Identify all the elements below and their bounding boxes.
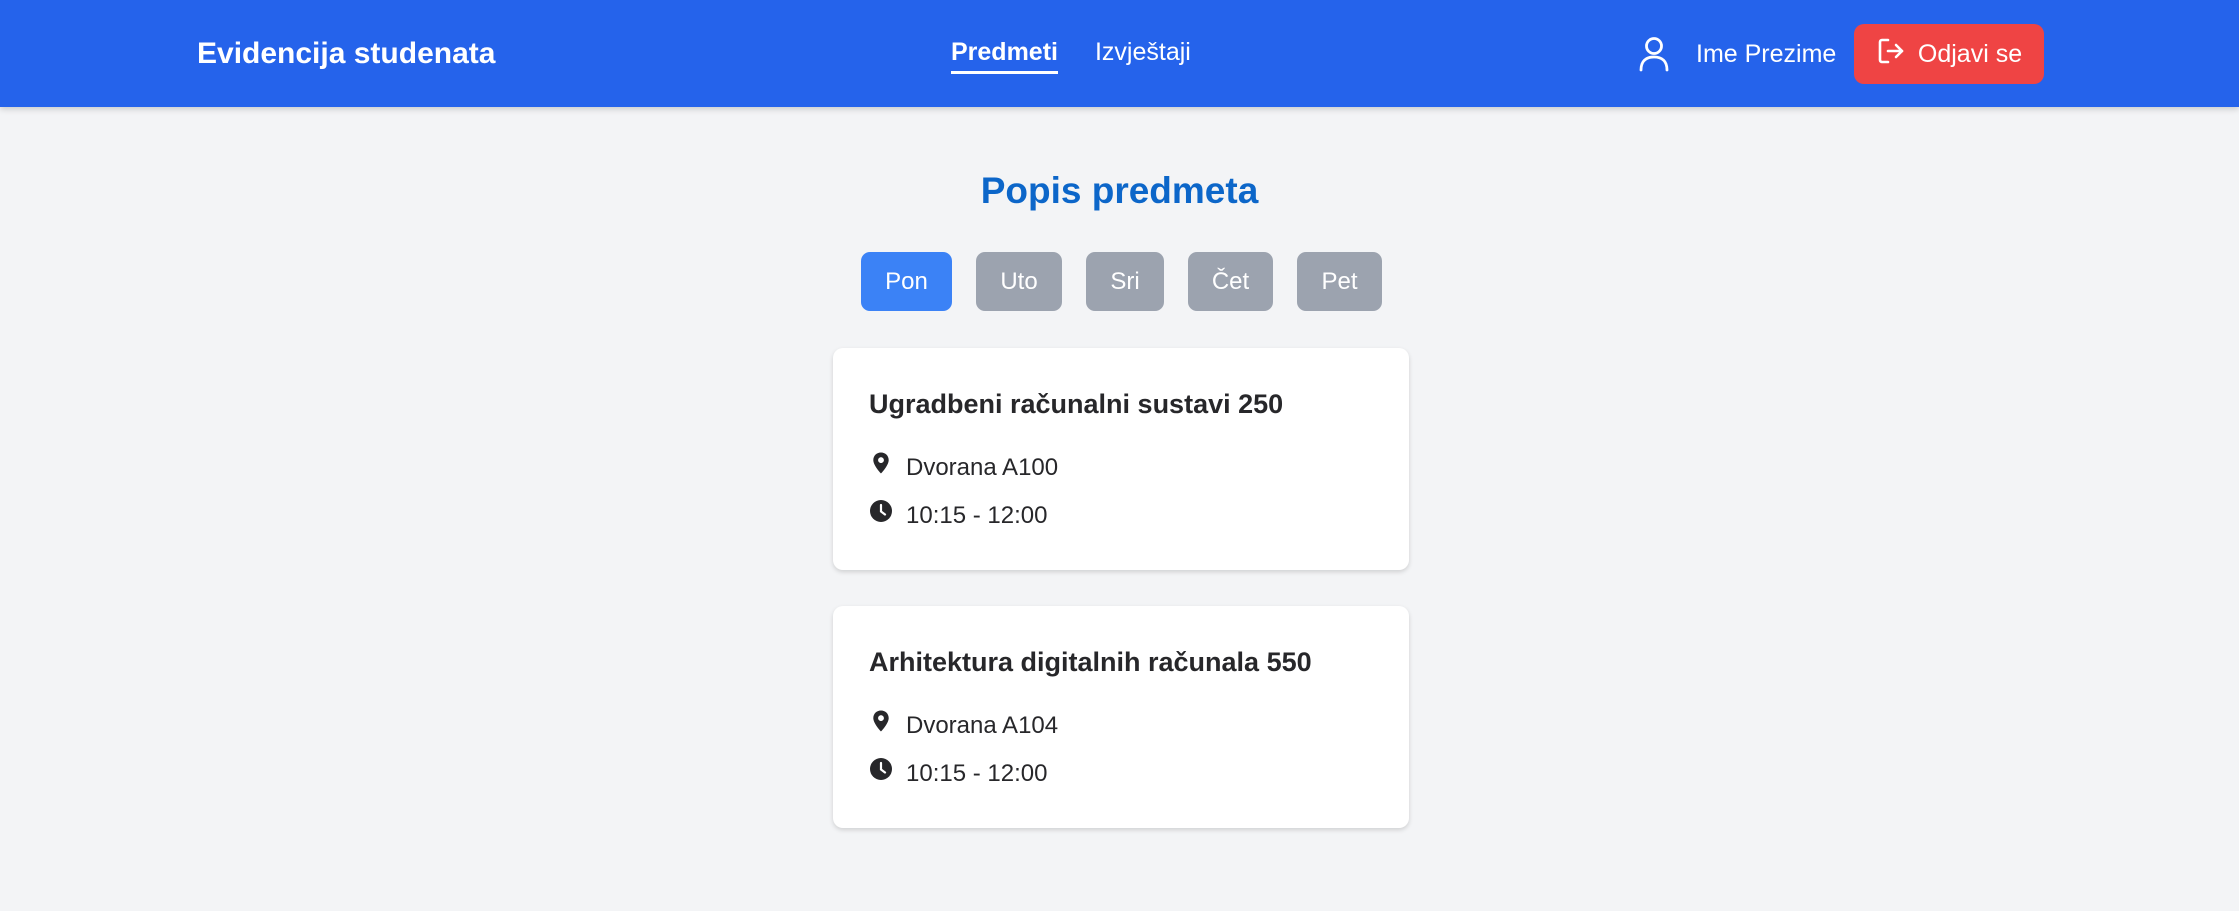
day-tabs: Pon Uto Sri Čet Pet (861, 252, 1382, 311)
location-pin-icon (869, 709, 893, 742)
top-navbar: Evidencija studenata Predmeti Izvještaji… (0, 0, 2239, 107)
page-title: Popis predmeta (980, 170, 1259, 211)
day-tab-pet[interactable]: Pet (1297, 252, 1382, 311)
subject-name: Ugradbeni računalni sustavi 250 (869, 389, 1284, 419)
main-nav: Predmeti Izvještaji (951, 34, 1191, 74)
day-tab-sri[interactable]: Sri (1086, 252, 1164, 311)
day-tab-cet[interactable]: Čet (1188, 252, 1273, 311)
subject-card[interactable]: Arhitektura digitalnih računala 550 Dvor… (833, 606, 1409, 828)
subject-room-row: Dvorana A100 (869, 451, 1058, 484)
subject-name: Arhitektura digitalnih računala 550 (869, 647, 1312, 677)
app-brand[interactable]: Evidencija studenata (197, 34, 495, 74)
subject-card[interactable]: Ugradbeni računalni sustavi 250 Dvorana … (833, 348, 1409, 570)
user-icon (1636, 35, 1672, 73)
logout-icon (1876, 36, 1906, 73)
day-tab-uto[interactable]: Uto (976, 252, 1062, 311)
subject-time: 10:15 - 12:00 (906, 759, 1048, 787)
subject-room-row: Dvorana A104 (869, 709, 1058, 742)
subject-time: 10:15 - 12:00 (906, 501, 1048, 529)
clock-icon (869, 757, 893, 790)
subject-room: Dvorana A104 (906, 711, 1059, 739)
nav-link-izvjestaji[interactable]: Izvještaji (1095, 34, 1191, 70)
logout-label: Odjavi se (1917, 39, 2023, 68)
nav-link-predmeti[interactable]: Predmeti (951, 34, 1058, 74)
day-tab-pon[interactable]: Pon (861, 252, 952, 311)
logout-button[interactable]: Odjavi se (1854, 24, 2044, 84)
subject-time-row: 10:15 - 12:00 (869, 757, 1047, 790)
location-pin-icon (869, 451, 893, 484)
subject-room: Dvorana A100 (906, 453, 1059, 481)
clock-icon (869, 499, 893, 532)
user-name: Ime Prezime (1696, 40, 1837, 68)
subject-time-row: 10:15 - 12:00 (869, 499, 1047, 532)
